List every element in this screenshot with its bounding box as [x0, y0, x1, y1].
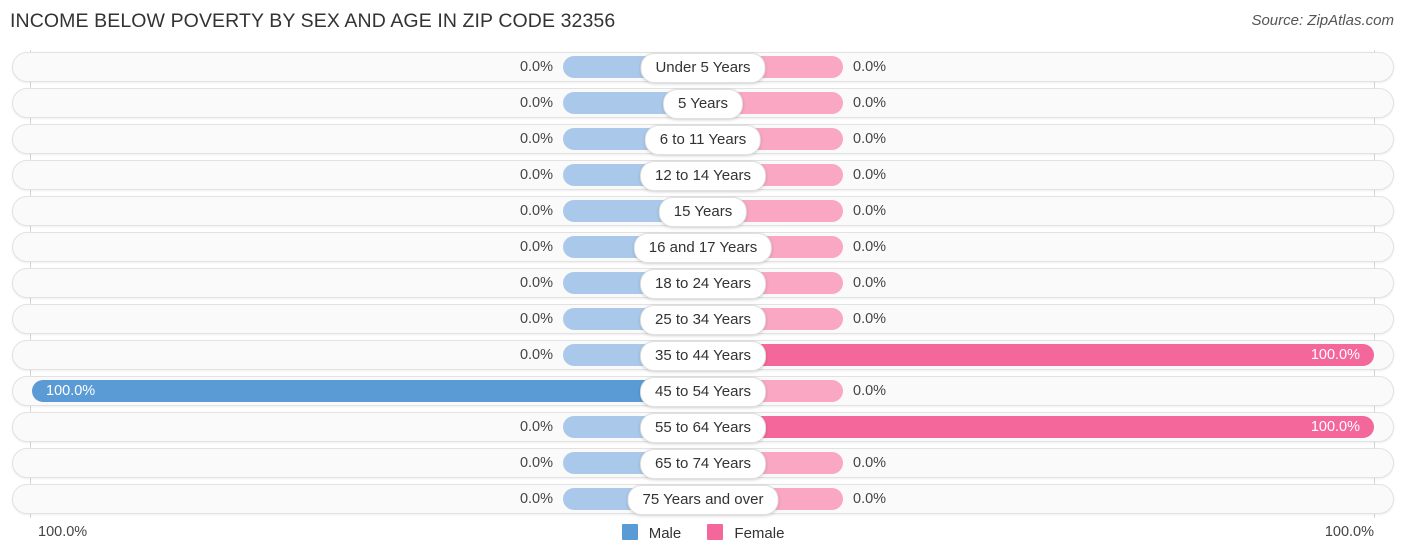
row-bars: 0.0% 100.0% 55 to 64 Years [12, 412, 1394, 443]
bar-value-female: 0.0% [853, 131, 887, 147]
source-attribution: Source: ZipAtlas.com [1251, 12, 1394, 29]
bar-value-male: 0.0% [519, 167, 553, 183]
row-label-pill[interactable]: 6 to 11 Years [644, 125, 762, 155]
bar-value-male: 0.0% [519, 131, 553, 147]
table-row[interactable]: 0.0% 100.0% 55 to 64 Years [12, 412, 1394, 443]
row-bars: 0.0% 0.0% Under 5 Years [12, 52, 1394, 83]
bar-value-female: 100.0% [1310, 347, 1360, 363]
bar-value-female: 0.0% [853, 275, 887, 291]
bar-value-male: 0.0% [519, 347, 553, 363]
bar-value-male: 100.0% [46, 383, 96, 399]
legend-item-female[interactable]: Female [707, 524, 784, 542]
bar-value-male: 0.0% [519, 455, 553, 471]
legend-label-female: Female [734, 524, 785, 542]
page-title: INCOME BELOW POVERTY BY SEX AND AGE IN Z… [10, 10, 616, 32]
bar-value-female: 0.0% [853, 239, 887, 255]
row-label-pill[interactable]: 16 and 17 Years [633, 233, 773, 263]
legend-item-male[interactable]: Male [621, 524, 682, 542]
bar-value-male: 0.0% [519, 203, 553, 219]
row-bars: 0.0% 0.0% 16 and 17 Years [12, 232, 1394, 263]
row-bars: 0.0% 0.0% 75 Years and over [12, 484, 1394, 515]
row-label-pill[interactable]: Under 5 Years [640, 53, 766, 83]
row-bars: 0.0% 0.0% 6 to 11 Years [12, 124, 1394, 155]
table-row[interactable]: 100.0% 0.0% 45 to 54 Years [12, 376, 1394, 407]
bar-value-female: 0.0% [853, 491, 887, 507]
row-label-pill[interactable]: 75 Years and over [627, 485, 779, 515]
row-bars: 0.0% 0.0% 5 Years [12, 88, 1394, 119]
table-row[interactable]: 0.0% 0.0% 6 to 11 Years [12, 124, 1394, 155]
row-bars: 0.0% 0.0% 18 to 24 Years [12, 268, 1394, 299]
table-row[interactable]: 0.0% 0.0% 12 to 14 Years [12, 160, 1394, 191]
legend-swatch-male-icon [621, 524, 638, 540]
row-bars: 0.0% 0.0% 25 to 34 Years [12, 304, 1394, 335]
row-bars: 0.0% 0.0% 15 Years [12, 196, 1394, 227]
legend-label-male: Male [648, 524, 682, 542]
bar-value-male: 0.0% [519, 491, 553, 507]
row-label-pill[interactable]: 12 to 14 Years [640, 161, 766, 191]
row-label-pill[interactable]: 18 to 24 Years [640, 269, 766, 299]
row-label-pill[interactable]: 45 to 54 Years [640, 377, 766, 407]
bar-value-female: 0.0% [853, 311, 887, 327]
table-row[interactable]: 0.0% 0.0% 5 Years [12, 88, 1394, 119]
table-row[interactable]: 0.0% 100.0% 35 to 44 Years [12, 340, 1394, 371]
legend-swatch-female-icon [707, 524, 724, 540]
row-label-pill[interactable]: 65 to 74 Years [640, 449, 766, 479]
row-bars: 0.0% 100.0% 35 to 44 Years [12, 340, 1394, 371]
row-bars: 0.0% 0.0% 65 to 74 Years [12, 448, 1394, 479]
chart-legend: Male Female [0, 524, 1406, 542]
bar-value-female: 0.0% [853, 59, 887, 75]
bar-value-male: 0.0% [519, 311, 553, 327]
bar-value-female: 0.0% [853, 167, 887, 183]
row-bars: 0.0% 0.0% 12 to 14 Years [12, 160, 1394, 191]
bar-value-male: 0.0% [519, 275, 553, 291]
bar-value-male: 0.0% [519, 59, 553, 75]
row-label-pill[interactable]: 55 to 64 Years [640, 413, 766, 443]
row-bars: 100.0% 0.0% 45 to 54 Years [12, 376, 1394, 407]
table-row[interactable]: 0.0% 0.0% Under 5 Years [12, 52, 1394, 83]
bar-value-female: 100.0% [1310, 419, 1360, 435]
table-row[interactable]: 0.0% 0.0% 18 to 24 Years [12, 268, 1394, 299]
bar-value-female: 0.0% [853, 455, 887, 471]
bar-value-female: 0.0% [853, 203, 887, 219]
table-row[interactable]: 0.0% 0.0% 25 to 34 Years [12, 304, 1394, 335]
bar-value-male: 0.0% [519, 239, 553, 255]
chart-footer: 100.0% 100.0% Male Female [0, 519, 1406, 559]
chart-header: INCOME BELOW POVERTY BY SEX AND AGE IN Z… [0, 0, 1406, 44]
bar-value-male: 0.0% [519, 419, 553, 435]
row-label-pill[interactable]: 35 to 44 Years [640, 341, 766, 371]
table-row[interactable]: 0.0% 0.0% 15 Years [12, 196, 1394, 227]
table-row[interactable]: 0.0% 0.0% 65 to 74 Years [12, 448, 1394, 479]
bar-value-female: 0.0% [853, 95, 887, 111]
row-label-pill[interactable]: 5 Years [662, 89, 744, 119]
bar-value-male: 0.0% [519, 95, 553, 111]
bar-value-female: 0.0% [853, 383, 887, 399]
row-label-pill[interactable]: 25 to 34 Years [640, 305, 766, 335]
row-label-pill[interactable]: 15 Years [658, 197, 748, 227]
chart-plot-area: 0.0% 0.0% Under 5 Years 0.0% 0.0% 5 Years 0.0%… [0, 50, 1406, 518]
table-row[interactable]: 0.0% 0.0% 75 Years and over [12, 484, 1394, 515]
bar-male[interactable] [32, 380, 703, 402]
table-row[interactable]: 0.0% 0.0% 16 and 17 Years [12, 232, 1394, 263]
